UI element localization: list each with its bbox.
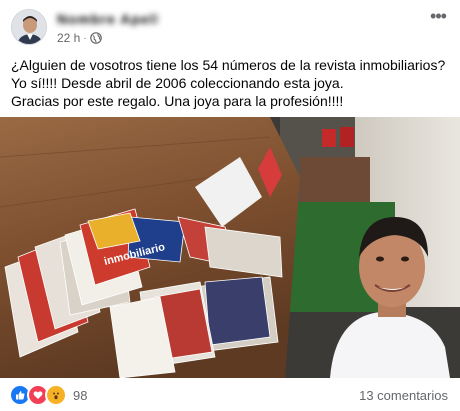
post-photo-illustration: inmobiliario (0, 117, 460, 378)
meta-separator: · (83, 32, 87, 44)
more-options-icon[interactable]: ••• (424, 6, 452, 26)
wow-icon (45, 384, 67, 406)
comments-count-link[interactable]: 13 comentarios (359, 388, 448, 403)
post-text-line: ¿Alguien de vosotros tiene los 54 número… (11, 57, 446, 91)
author-name[interactable]: Nombre Apellido (57, 11, 157, 26)
avatar-photo (12, 10, 46, 44)
globe-icon[interactable] (89, 32, 102, 44)
reaction-count: 98 (73, 387, 88, 403)
post-text-line: Gracias por este regalo. Una joya para l… (11, 93, 344, 109)
avatar[interactable] (11, 9, 47, 45)
post-text: ¿Alguien de vosotros tiene los 54 número… (11, 56, 451, 110)
reactions-summary[interactable]: 98 (9, 384, 88, 406)
post-photo[interactable]: inmobiliario (0, 117, 460, 378)
post-meta: 22 h · (57, 31, 102, 45)
facebook-post: Nombre Apellido 22 h · ••• ¿Alguien de v… (0, 0, 460, 411)
post-time[interactable]: 22 h (57, 31, 80, 45)
